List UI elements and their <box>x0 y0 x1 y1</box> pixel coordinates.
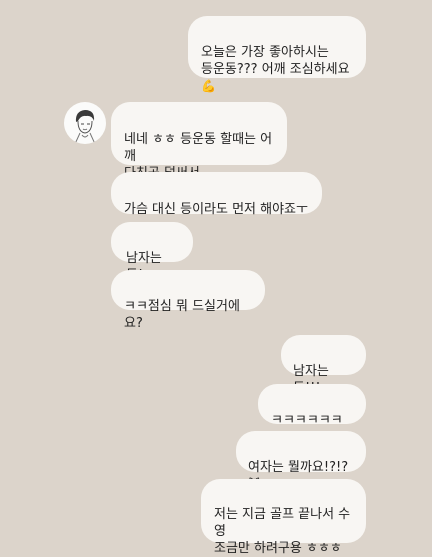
message-text: 여자는 뭘까요!?!? <box>248 460 349 475</box>
incoming-message[interactable]: 남자는 등! <box>111 222 193 283</box>
incoming-message[interactable]: 네네 ㅎㅎ 등운동 할때는 어깨 다친곳 덜써서 <box>111 102 287 181</box>
flexed-arm-emoji-icon: 💪 <box>201 79 216 93</box>
message-text: ㅋㅋ점심 뭐 드실거에요? <box>124 299 240 331</box>
incoming-message[interactable]: ㅋㅋ점심 뭐 드실거에요? <box>111 270 265 331</box>
chat-thread: 오늘은 가장 좋아하시는 등운동??? 어깨 조심하세요 💪 네네 ㅎㅎ 등운동 … <box>0 0 432 556</box>
outgoing-message[interactable]: 남자는 등!!! <box>281 335 366 396</box>
outgoing-message[interactable]: ㅋㅋㅋㅋㅋㅋㅋ <box>258 384 366 445</box>
outgoing-message[interactable]: 여자는 뭘까요!?!?😻 <box>236 431 366 491</box>
contact-avatar[interactable] <box>64 102 106 144</box>
outgoing-message[interactable]: 저는 지금 골프 끝나서 수영 조금만 하려구용 ㅎㅎㅎ <box>201 479 366 556</box>
message-text: 저는 지금 골프 끝나서 수영 조금만 하려구용 ㅎㅎㅎ <box>214 507 351 556</box>
message-text: 오늘은 가장 좋아하시는 등운동??? 어깨 조심하세요 <box>201 45 350 77</box>
person-sketch-icon <box>65 103 105 144</box>
incoming-message[interactable]: 가슴 대신 등이라도 먼저 해야죠ㅜㅜ <box>111 172 322 234</box>
outgoing-message[interactable]: 오늘은 가장 좋아하시는 등운동??? 어깨 조심하세요 💪 <box>188 16 366 93</box>
